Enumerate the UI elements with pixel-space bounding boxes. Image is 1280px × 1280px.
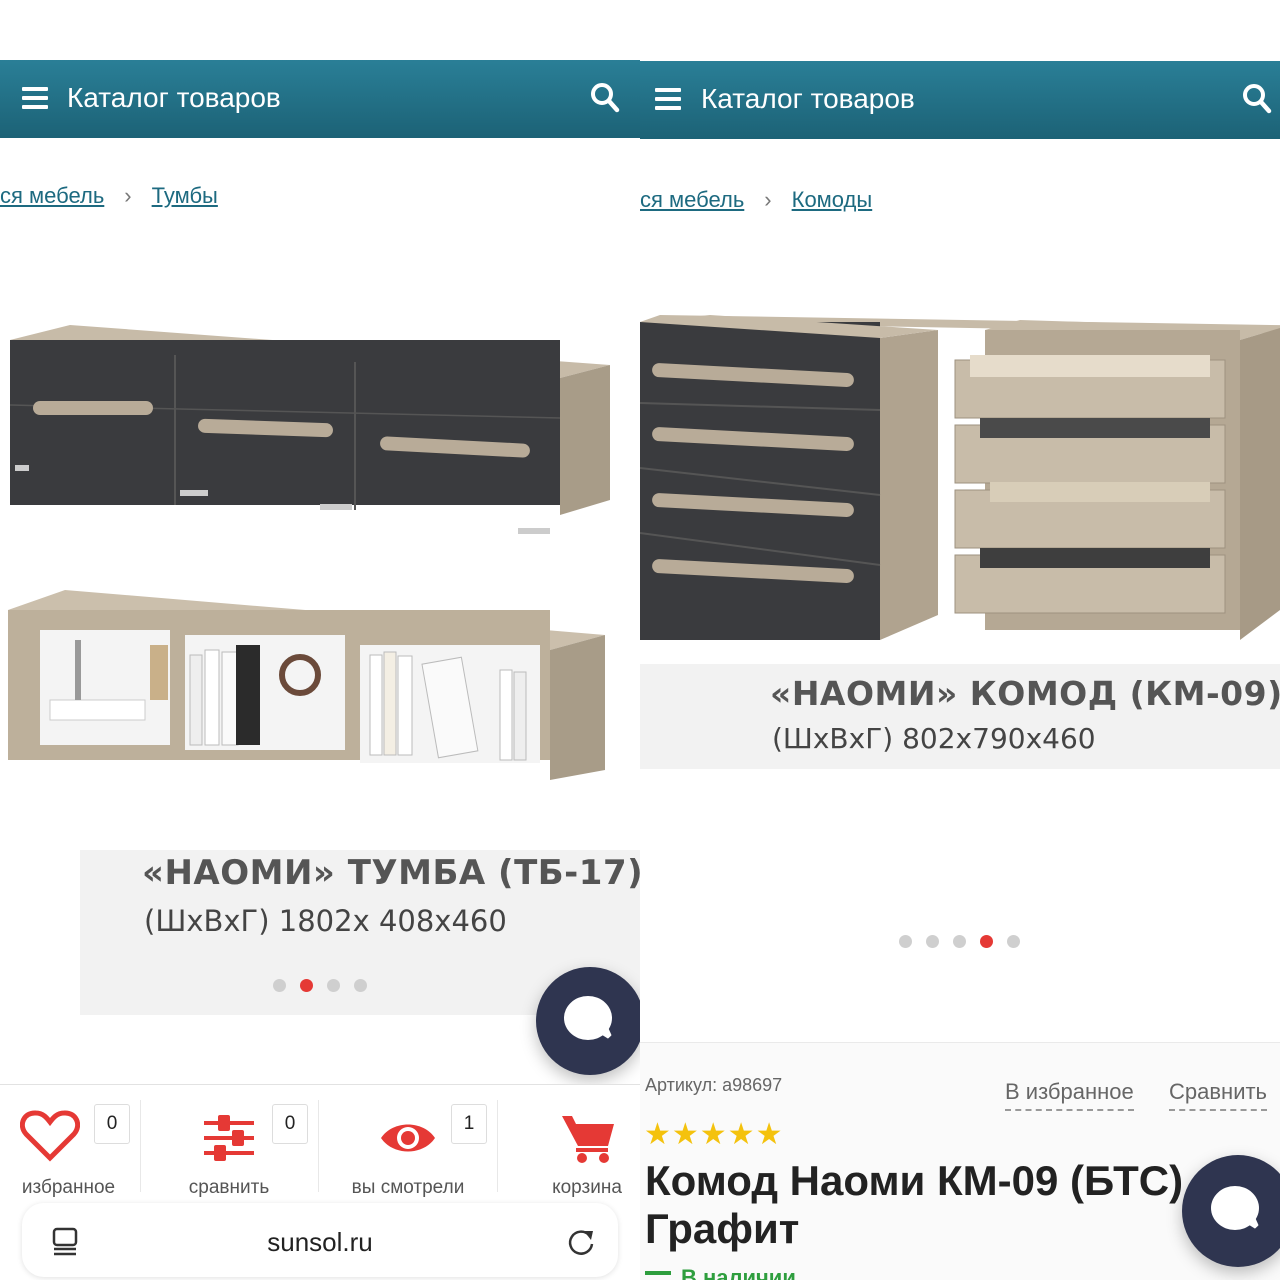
catalog-header: Каталог товаров [640, 61, 1280, 139]
chest-side [880, 330, 938, 640]
carousel-dot[interactable] [926, 935, 939, 948]
reload-icon[interactable] [567, 1227, 595, 1257]
hamburger-menu-icon[interactable] [655, 88, 681, 110]
search-icon[interactable] [1242, 83, 1272, 115]
hamburger-menu-icon[interactable] [22, 87, 48, 109]
chevron-right-icon: › [764, 187, 772, 212]
carousel-dots [273, 979, 367, 992]
carousel-dot-active[interactable] [980, 935, 993, 948]
header-title[interactable]: Каталог товаров [67, 82, 281, 114]
nav-label: вы смотрели [351, 1177, 465, 1198]
nav-compare[interactable]: 0 сравнить [140, 1100, 319, 1198]
nav-viewed[interactable]: 1 вы смотрели [319, 1100, 498, 1198]
product-info: Артикул: a98697 В избранное Сравнить ★★★… [640, 1042, 1280, 1280]
carousel-dot[interactable] [1007, 935, 1020, 948]
compare-link[interactable]: Сравнить [1169, 1079, 1268, 1111]
chevron-right-icon: › [124, 183, 132, 208]
viewed-count: 1 [451, 1104, 487, 1144]
stock-label: В наличии [681, 1265, 796, 1280]
caption-title: «НАОМИ» КОМОД (КМ-09) [770, 674, 1280, 713]
product-sku: Артикул: a98697 [645, 1075, 783, 1095]
chat-bubble-icon [1211, 1186, 1262, 1233]
breadcrumb-link-category[interactable]: Комоды [792, 187, 873, 212]
rating-stars: ★★★★★ [644, 1118, 784, 1151]
nav-label: сравнить [188, 1177, 270, 1198]
carousel-dot[interactable] [327, 979, 340, 992]
browser-url-bar[interactable]: sunsol.ru [22, 1203, 618, 1277]
catalog-header: Каталог товаров [0, 60, 640, 138]
handle [33, 401, 153, 415]
nav-label: корзина [552, 1177, 622, 1198]
breadcrumb-link-furniture[interactable]: ся мебель [640, 187, 744, 212]
product-title: Комод Наоми КМ-09 (БТС) Графит [645, 1157, 1184, 1252]
stock-status: В наличии [645, 1265, 796, 1280]
carousel-dots [899, 935, 1020, 948]
caption-dimensions: (ШхВхГ) 802х790х460 [772, 722, 1096, 755]
chat-button[interactable] [536, 967, 640, 1075]
carousel-dot[interactable] [273, 979, 286, 992]
compare-count: 0 [272, 1104, 308, 1144]
carousel-dot[interactable] [899, 935, 912, 948]
breadcrumb-link-category[interactable]: Тумбы [152, 183, 218, 208]
breadcrumb-link-furniture[interactable]: ся мебель [0, 183, 104, 208]
heart-icon [20, 1110, 80, 1162]
nav-label: избранное [21, 1177, 116, 1198]
carousel-dot[interactable] [953, 935, 966, 948]
carousel-dot-active[interactable] [300, 979, 313, 992]
favorites-count: 0 [94, 1104, 130, 1144]
url-text[interactable]: sunsol.ru [22, 1227, 618, 1258]
header-title[interactable]: Каталог товаров [701, 83, 915, 115]
nav-favorites[interactable]: 0 избранное [0, 1100, 141, 1198]
breadcrumb: ся мебель › Комоды [640, 187, 872, 213]
bottom-navigation: 0 избранное 0 сравнить 1 вы смотрели кор… [0, 1084, 640, 1198]
carousel-dot[interactable] [354, 979, 367, 992]
caption-title: «НАОМИ» ТУМБА (ТБ-17) [142, 853, 640, 893]
add-to-favorites-link[interactable]: В избранное [1005, 1079, 1134, 1111]
cabinet-side [560, 365, 610, 515]
product-image[interactable] [640, 300, 1280, 660]
right-screenshot: Каталог товаров ся мебель › Комоды «НАОМ… [640, 0, 1280, 1280]
breadcrumb: ся мебель › Тумбы [0, 183, 218, 209]
cart-icon [562, 1116, 614, 1163]
chat-bubble-icon [564, 996, 615, 1043]
sliders-icon [204, 1115, 254, 1161]
left-screenshot: Каталог товаров ся мебель › Тумбы «НАОМИ… [0, 0, 640, 1280]
product-image[interactable] [0, 300, 640, 840]
list-icon [645, 1271, 671, 1280]
eye-icon [381, 1124, 435, 1152]
search-icon[interactable] [590, 82, 620, 114]
nav-cart[interactable]: корзина [498, 1100, 640, 1198]
caption-dimensions: (ШхВхГ) 1802х 408х460 [144, 904, 507, 938]
image-caption: «НАОМИ» КОМОД (КМ-09) (ШхВхГ) 802х790х46… [640, 664, 1280, 769]
